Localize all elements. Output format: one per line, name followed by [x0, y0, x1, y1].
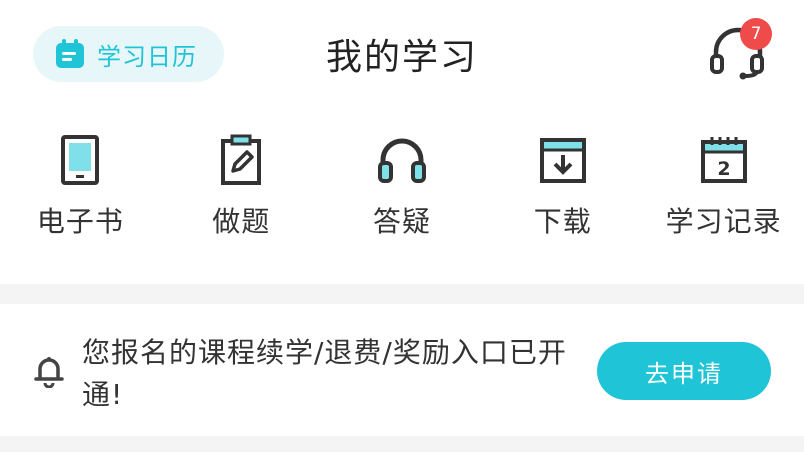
- study-calendar-button[interactable]: 学习日历: [33, 26, 224, 82]
- study-calendar-label: 学习日历: [97, 42, 197, 71]
- clipboard-pen-icon: [213, 128, 269, 192]
- header: 学习日历 我的学习 7: [0, 0, 804, 110]
- my-study-page: 学习日历 我的学习 7 电子书 做题 答疑 下载 2 学习记录 您报名的课程续学…: [0, 0, 804, 452]
- nav-label: 答疑: [372, 205, 431, 238]
- bottom-divider: [0, 436, 804, 452]
- notice-text: 您报名的课程续学/退费/奖励入口已开通!: [82, 336, 567, 411]
- apply-button[interactable]: 去申请: [597, 342, 771, 400]
- notification-badge: 7: [740, 18, 772, 50]
- nav-label: 电子书: [36, 205, 124, 238]
- nav-item-ebook[interactable]: 电子书: [0, 128, 161, 248]
- notice-banner: 您报名的课程续学/退费/奖励入口已开通! 去申请: [0, 306, 804, 436]
- nav-item-download[interactable]: 下载: [482, 128, 643, 248]
- nav-label: 下载: [533, 205, 592, 238]
- bell-icon: [32, 354, 66, 389]
- customer-service-button[interactable]: 7: [706, 18, 772, 80]
- headphones-icon: [374, 128, 430, 192]
- section-divider: [0, 284, 804, 304]
- calendar-icon: [53, 37, 87, 71]
- nav-item-qa[interactable]: 答疑: [322, 128, 483, 248]
- nav-item-study-record[interactable]: 2 学习记录: [643, 128, 804, 248]
- quick-nav: 电子书 做题 答疑 下载 2 学习记录: [0, 128, 804, 248]
- ebook-icon: [52, 128, 108, 192]
- nav-label: 学习记录: [665, 205, 782, 238]
- nav-item-exercise[interactable]: 做题: [161, 128, 322, 248]
- calendar-record-icon: 2: [696, 128, 752, 192]
- download-folder-icon: [535, 128, 591, 192]
- svg-text:2: 2: [717, 158, 730, 180]
- nav-label: 做题: [212, 205, 271, 238]
